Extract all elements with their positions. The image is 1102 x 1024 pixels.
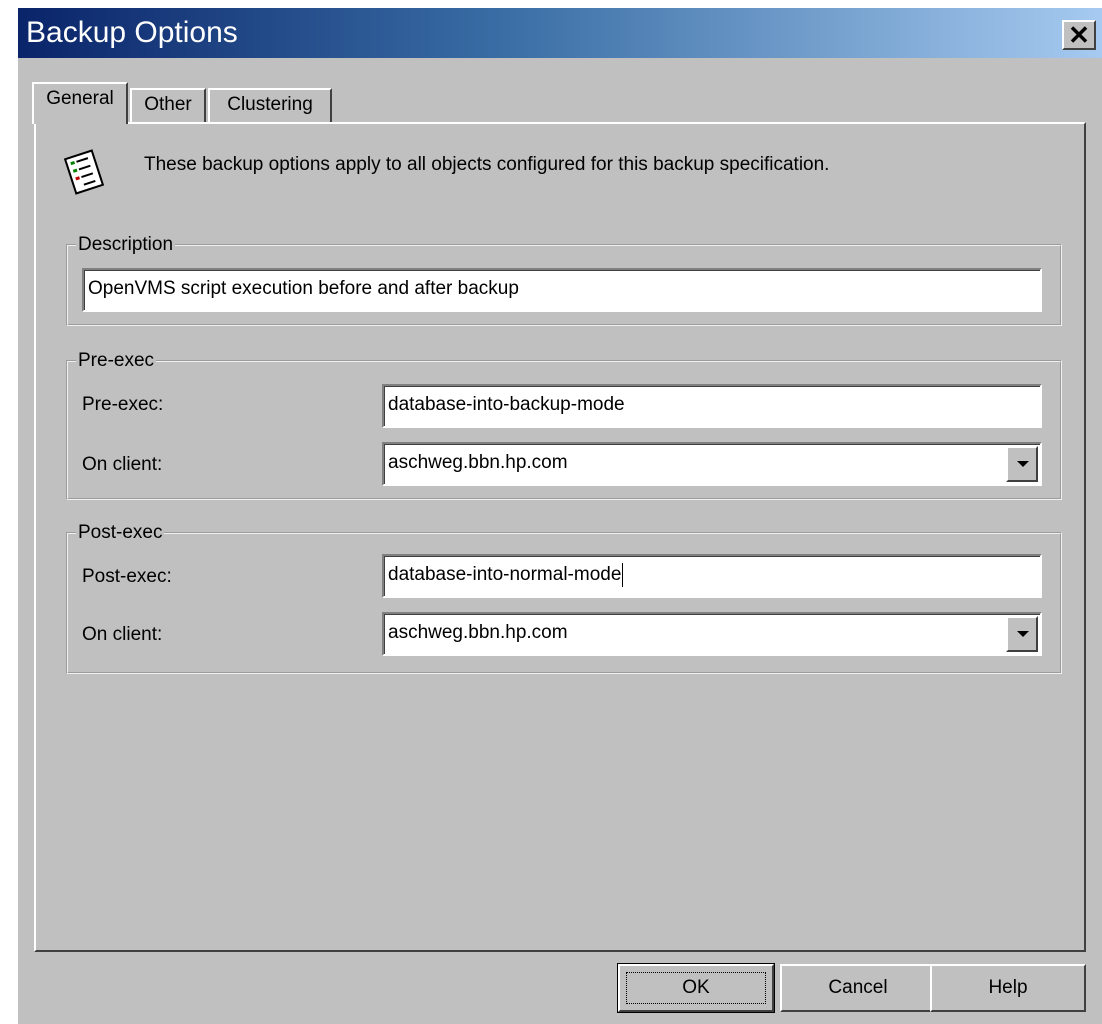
post-exec-input[interactable]: database-into-normal-mode	[382, 554, 1042, 598]
pre-exec-group-label: Pre-exec	[78, 350, 155, 371]
post-exec-group-label: Post-exec	[78, 522, 163, 543]
cancel-button[interactable]: Cancel	[780, 964, 936, 1012]
info-text: These backup options apply to all object…	[144, 154, 830, 175]
description-value: OpenVMS script execution before and afte…	[88, 278, 519, 299]
cancel-button-label: Cancel	[828, 977, 888, 998]
focus-rectangle	[626, 972, 766, 1004]
pre-exec-label: Pre-exec:	[82, 394, 164, 415]
close-button[interactable]: ✕	[1062, 20, 1096, 50]
help-button[interactable]: Help	[930, 964, 1086, 1012]
description-group-label: Description	[78, 234, 174, 255]
window-title: Backup Options	[26, 16, 238, 49]
chevron-down-icon[interactable]	[1006, 446, 1038, 482]
title-bar[interactable]: Backup Options ✕	[18, 8, 1102, 58]
post-exec-client-select[interactable]: aschweg.bbn.hp.com	[382, 612, 1042, 656]
chevron-down-icon[interactable]	[1006, 616, 1038, 652]
post-exec-value: database-into-normal-mode	[388, 564, 622, 585]
backup-options-dialog: Backup Options ✕ General Other Clusterin…	[18, 8, 1102, 1024]
tab-general[interactable]: General	[32, 82, 128, 124]
pre-exec-input[interactable]: database-into-backup-mode	[382, 384, 1042, 428]
pre-exec-client-label: On client:	[82, 454, 163, 475]
post-exec-client-label: On client:	[82, 624, 163, 645]
close-icon: ✕	[1068, 20, 1090, 50]
tab-clustering-label: Clustering	[227, 94, 313, 115]
tab-general-label: General	[46, 88, 114, 109]
pre-exec-client-value: aschweg.bbn.hp.com	[388, 452, 568, 473]
pre-exec-client-select[interactable]: aschweg.bbn.hp.com	[382, 442, 1042, 486]
tab-other[interactable]: Other	[130, 88, 206, 124]
general-tab-panel: These backup options apply to all object…	[34, 122, 1086, 952]
pre-exec-value: database-into-backup-mode	[388, 394, 625, 415]
help-button-label: Help	[988, 977, 1028, 998]
tab-clustering[interactable]: Clustering	[208, 88, 332, 124]
ok-button[interactable]: OK	[617, 963, 775, 1013]
checklist-icon	[58, 146, 110, 198]
post-exec-client-value: aschweg.bbn.hp.com	[388, 622, 568, 643]
tab-other-label: Other	[144, 94, 192, 115]
post-exec-label: Post-exec:	[82, 566, 172, 587]
description-field[interactable]: OpenVMS script execution before and afte…	[82, 268, 1042, 312]
text-caret	[622, 562, 624, 587]
